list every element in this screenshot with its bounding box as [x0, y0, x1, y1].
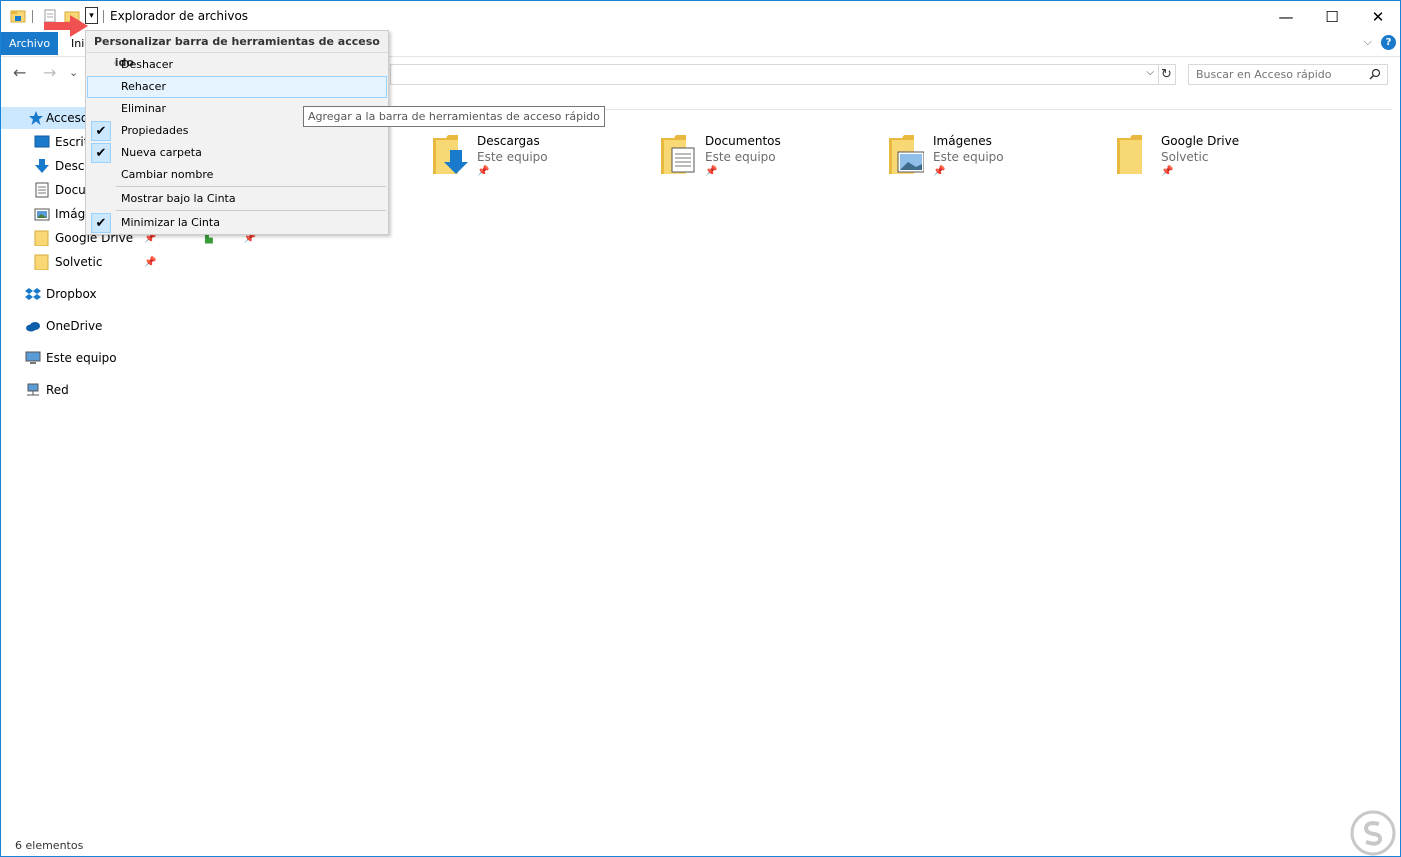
download-folder-icon — [433, 135, 468, 174]
close-button[interactable]: ✕ — [1355, 1, 1401, 32]
window-title: Explorador de archivos — [110, 9, 249, 23]
tile-location: Este equipo — [933, 150, 1004, 164]
tile-imagenes[interactable]: Imágenes Este equipo 📌 — [888, 134, 1098, 182]
file-explorer-icon[interactable] — [10, 8, 26, 24]
pictures-folder-icon — [889, 135, 924, 174]
network-icon — [27, 383, 39, 396]
expand-ribbon-icon[interactable]: ⌵ — [1364, 35, 1372, 49]
nav-item-label: Dropbox — [46, 287, 97, 301]
menu-separator — [116, 210, 386, 211]
nav-item-label: Acceso — [46, 111, 89, 125]
menu-item-label: Cambiar nombre — [121, 168, 214, 181]
search-input[interactable] — [1189, 65, 1359, 84]
dropbox-icon — [25, 288, 41, 300]
tile-location: Este equipo — [705, 150, 776, 164]
tile-name: Google Drive — [1161, 134, 1240, 148]
menu-item-label: Nueva carpeta — [121, 146, 202, 159]
checkmark-icon: ✔ — [91, 213, 111, 233]
address-history-chevron-icon[interactable]: ⌵ — [1146, 67, 1154, 78]
menu-item-label: Deshacer — [121, 58, 174, 71]
tile-google-drive[interactable]: Google Drive Solvetic 📌 — [1116, 134, 1326, 182]
menu-item-deshacer[interactable]: Deshacer — [87, 54, 387, 76]
menu-item-nueva-carpeta[interactable]: ✔ Nueva carpeta — [87, 142, 387, 164]
recent-locations-button[interactable]: ⌄ — [69, 66, 78, 79]
menu-header: Personalizar barra de herramientas de ac… — [86, 31, 388, 69]
computer-icon — [25, 351, 41, 364]
tile-location: Solvetic — [1161, 150, 1209, 164]
status-item-count: 6 elementos — [15, 839, 84, 852]
document-icon — [35, 182, 49, 198]
folder-icon — [34, 254, 49, 270]
minimize-button[interactable]: — — [1263, 1, 1309, 32]
folder-icon — [34, 230, 49, 246]
tab-inicio[interactable]: Ini — [71, 37, 84, 50]
star-icon — [29, 111, 43, 125]
refresh-button[interactable]: ↻ — [1158, 64, 1176, 85]
help-icon[interactable]: ? — [1381, 35, 1396, 50]
nav-item-label: Red — [46, 383, 69, 397]
customize-qat-menu: Personalizar barra de herramientas de ac… — [85, 30, 389, 235]
nav-item-red[interactable]: Red — [1, 379, 161, 401]
nav-item-label: OneDrive — [46, 319, 103, 333]
tile-descargas[interactable]: Descargas Este equipo 📌 — [432, 134, 642, 182]
nav-item-label: Docu — [55, 183, 86, 197]
documents-folder-icon — [661, 135, 695, 174]
nav-item-onedrive[interactable]: OneDrive — [1, 315, 161, 337]
nav-item-este-equipo[interactable]: Este equipo — [1, 347, 161, 369]
nav-item-label: Solvetic — [55, 255, 103, 269]
tile-location: Este equipo — [477, 150, 548, 164]
address-bar[interactable]: ⌵ — [390, 64, 1159, 85]
menu-item-rehacer[interactable]: Rehacer — [87, 76, 387, 98]
tile-documentos[interactable]: Documentos Este equipo 📌 — [660, 134, 870, 182]
nav-item-label: Este equipo — [46, 351, 117, 365]
minimize-icon: — — [1278, 7, 1294, 26]
title-bar: ▾ Explorador de archivos — ☐ ✕ — [1, 1, 1400, 32]
menu-item-label: Minimizar la Cinta — [121, 216, 220, 229]
search-box[interactable] — [1188, 64, 1388, 85]
pin-icon: 📌 — [1161, 166, 1174, 177]
search-icon[interactable] — [1369, 68, 1381, 80]
download-icon — [35, 159, 49, 173]
maximize-button[interactable]: ☐ — [1309, 1, 1355, 32]
checkmark-icon: ✔ — [91, 143, 111, 163]
maximize-icon: ☐ — [1325, 7, 1339, 26]
picture-icon — [34, 208, 50, 221]
onedrive-icon — [26, 322, 40, 332]
menu-item-label: Mostrar bajo la Cinta — [121, 192, 236, 205]
menu-item-mostrar-bajo-la-cinta[interactable]: Mostrar bajo la Cinta — [87, 188, 387, 210]
annotation-arrow-icon — [44, 15, 88, 37]
pin-icon: 📌 — [933, 166, 946, 177]
menu-item-label: Propiedades — [121, 124, 189, 137]
tile-name: Descargas — [477, 134, 540, 148]
close-icon: ✕ — [1371, 7, 1385, 26]
title-separator — [103, 10, 104, 23]
menu-item-minimizar-la-cinta[interactable]: ✔ Minimizar la Cinta — [87, 212, 387, 234]
back-button[interactable]: ← — [13, 63, 26, 82]
nav-item-dropbox[interactable]: Dropbox — [1, 283, 161, 305]
tooltip: Agregar a la barra de herramientas de ac… — [303, 106, 605, 127]
desktop-icon — [34, 135, 50, 148]
file-explorer-window: ▾ Explorador de archivos — ☐ ✕ Archivo I… — [0, 0, 1401, 857]
tile-name: Imágenes — [933, 134, 992, 148]
checkmark-icon: ✔ — [91, 121, 111, 141]
menu-item-label: Rehacer — [121, 80, 166, 93]
pin-icon: 📌 — [705, 166, 718, 177]
qat-separator — [32, 10, 33, 23]
pin-icon: 📌 — [477, 166, 490, 177]
pin-icon: 📌 — [144, 256, 157, 268]
menu-separator — [116, 186, 386, 187]
solvetic-logo-icon — [1350, 810, 1396, 856]
menu-item-cambiar-nombre[interactable]: Cambiar nombre — [87, 164, 387, 186]
menu-item-label: Eliminar — [121, 102, 167, 115]
forward-button[interactable]: → — [43, 63, 56, 82]
folder-icon — [1117, 135, 1142, 174]
nav-item-solvetic[interactable]: Solvetic 📌 — [1, 251, 161, 273]
tile-name: Documentos — [705, 134, 781, 148]
nav-item-label: Escrit — [55, 135, 89, 149]
